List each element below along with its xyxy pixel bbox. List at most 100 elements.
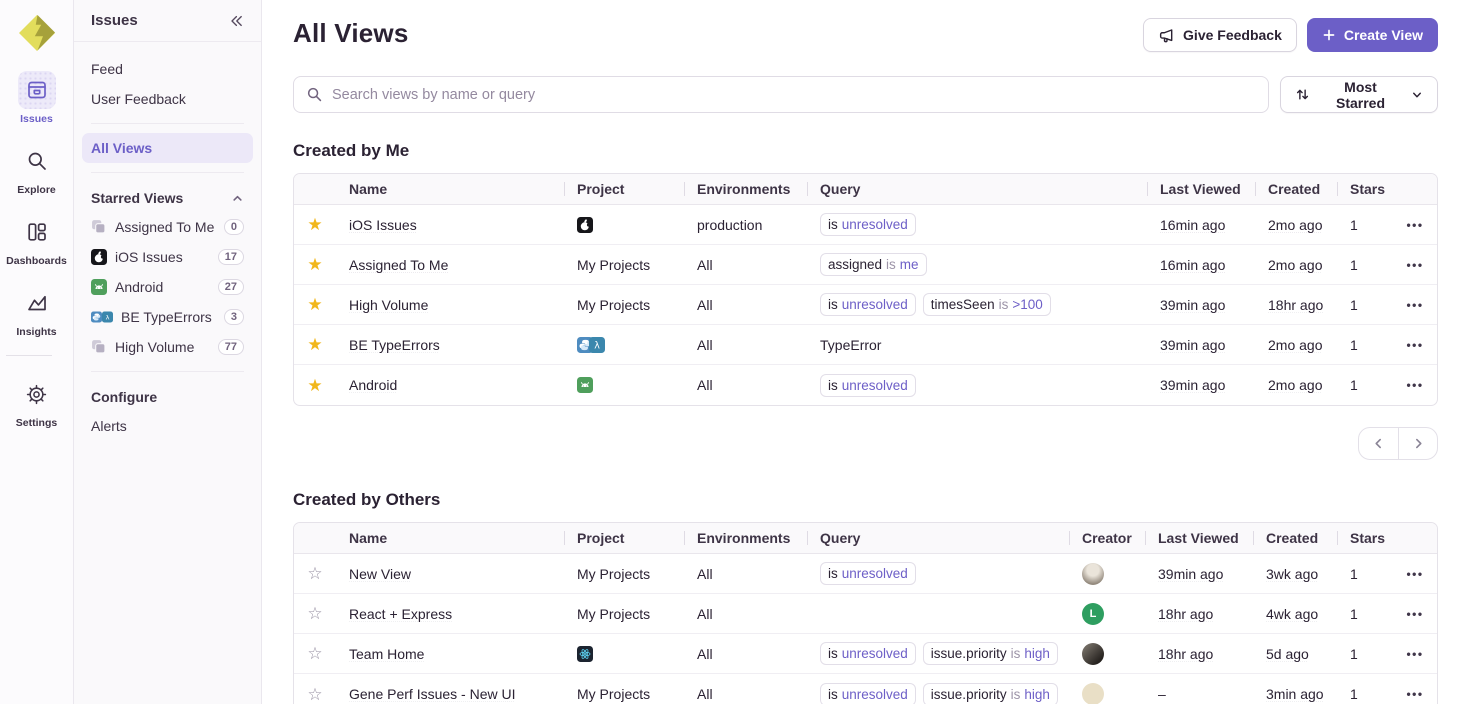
star-toggle[interactable]: ★ (294, 377, 336, 394)
star-toggle[interactable]: ★ (294, 256, 336, 273)
row-overflow-menu[interactable]: ••• (1393, 218, 1437, 232)
row-overflow-menu[interactable]: ••• (1393, 647, 1437, 661)
rail-item-explore[interactable]: Explore (6, 142, 67, 196)
starred-view-ios-issues[interactable]: iOS Issues 17 (82, 242, 253, 272)
view-name-link[interactable]: iOS Issues (349, 217, 417, 233)
table-row: ★ Android All is unresolved 39min ago 2m… (294, 365, 1437, 405)
project-label: My Projects (577, 566, 650, 582)
lambda-project-icon: λ (589, 337, 605, 353)
view-name-link[interactable]: Gene Perf Issues - New UI (349, 686, 516, 702)
project-label: My Projects (577, 686, 650, 702)
column-header-created: Created (1255, 181, 1337, 197)
views-table: NameProjectEnvironmentsQueryLast ViewedC… (293, 173, 1438, 406)
sidebar-item-feed[interactable]: Feed (82, 54, 253, 84)
column-header-environments: Environments (684, 530, 807, 546)
starred-views-header[interactable]: Starred Views (74, 182, 261, 210)
stack-icon (91, 339, 107, 355)
views-table: NameProjectEnvironmentsQueryCreatorLast … (293, 522, 1438, 704)
prev-page-button[interactable] (1359, 428, 1398, 459)
starred-view-be-typeerrors[interactable]: λ BE TypeErrors 3 (82, 302, 253, 332)
react-project-icon (577, 646, 593, 662)
stars-count: 1 (1337, 686, 1393, 702)
view-name-link[interactable]: React + Express (349, 606, 452, 622)
table-row: ☆ New View My Projects All is unresolved… (294, 554, 1437, 594)
project-label: My Projects (577, 257, 650, 273)
issues-sidebar: Issues FeedUser Feedback All Views Starr… (73, 0, 262, 704)
sidebar-collapse-icon[interactable] (228, 13, 244, 29)
divider (91, 123, 244, 124)
environments-cell: All (684, 297, 807, 313)
views-section: Created by Others NameProjectEnvironment… (293, 490, 1438, 704)
svg-text:λ: λ (106, 313, 110, 321)
project-label: My Projects (577, 297, 650, 313)
last-viewed-cell: 18hr ago (1145, 606, 1253, 622)
search-icon (306, 86, 323, 103)
query-chip: is unresolved (820, 562, 916, 585)
create-view-button[interactable]: Create View (1307, 18, 1438, 52)
stars-count: 1 (1337, 337, 1393, 353)
creator-avatar[interactable] (1082, 683, 1104, 704)
star-toggle[interactable]: ☆ (294, 605, 336, 622)
last-viewed-cell: – (1145, 686, 1253, 702)
environments-cell: All (684, 337, 807, 353)
environments-cell: All (684, 686, 807, 702)
creator-avatar[interactable] (1082, 563, 1104, 585)
rail-item-dashboards[interactable]: Dashboards (6, 213, 67, 267)
row-overflow-menu[interactable]: ••• (1393, 338, 1437, 352)
starred-view-assigned-to-me[interactable]: Assigned To Me 0 (82, 212, 253, 242)
table-row: ★ Assigned To Me My Projects All assigne… (294, 245, 1437, 285)
give-feedback-button[interactable]: Give Feedback (1143, 18, 1297, 52)
explore-icon (18, 142, 56, 180)
query-chip: issue.priority is high (923, 642, 1058, 665)
last-viewed-cell: 39min ago (1147, 297, 1255, 313)
sort-dropdown[interactable]: Most Starred (1280, 76, 1438, 113)
rail-item-insights[interactable]: Insights (6, 284, 67, 338)
last-viewed-cell: 16min ago (1147, 217, 1255, 233)
row-overflow-menu[interactable]: ••• (1393, 607, 1437, 621)
view-name-link[interactable]: New View (349, 566, 411, 582)
row-overflow-menu[interactable]: ••• (1393, 687, 1437, 701)
row-overflow-menu[interactable]: ••• (1393, 378, 1437, 392)
search-input[interactable] (332, 87, 1256, 103)
star-toggle[interactable]: ☆ (294, 686, 336, 703)
table-header-row: NameProjectEnvironmentsQueryLast ViewedC… (294, 174, 1437, 205)
last-viewed-cell: 18hr ago (1145, 646, 1253, 662)
star-toggle[interactable]: ★ (294, 296, 336, 313)
star-toggle[interactable]: ★ (294, 216, 336, 233)
creator-avatar[interactable]: L (1082, 603, 1104, 625)
created-cell: 2mo ago (1255, 217, 1337, 233)
next-page-button[interactable] (1398, 428, 1437, 459)
sentry-logo-icon[interactable] (17, 13, 57, 53)
created-cell: 3min ago (1253, 686, 1337, 702)
star-toggle[interactable]: ★ (294, 336, 336, 353)
query-chip: is unresolved (820, 642, 916, 665)
star-filled-icon: ★ (307, 256, 322, 273)
created-cell: 2mo ago (1255, 337, 1337, 353)
query-chip: issue.priority is high (923, 683, 1058, 704)
stars-count: 1 (1337, 646, 1393, 662)
sidebar-item-user-feedback[interactable]: User Feedback (82, 84, 253, 114)
row-overflow-menu[interactable]: ••• (1393, 567, 1437, 581)
starred-view-high-volume[interactable]: High Volume 77 (82, 332, 253, 362)
star-toggle[interactable]: ☆ (294, 565, 336, 582)
star-toggle[interactable]: ☆ (294, 645, 336, 662)
row-overflow-menu[interactable]: ••• (1393, 258, 1437, 272)
creator-avatar[interactable] (1082, 643, 1104, 665)
view-name-link[interactable]: BE TypeErrors (349, 337, 440, 353)
starred-view-android[interactable]: Android 27 (82, 272, 253, 302)
page-title: All Views (293, 18, 409, 49)
sidebar-item-alerts[interactable]: Alerts (82, 411, 253, 441)
view-name-link[interactable]: Assigned To Me (349, 257, 448, 273)
rail-item-issues[interactable]: Issues (6, 71, 67, 125)
view-name-link[interactable]: Android (349, 377, 397, 393)
query-chip: is unresolved (820, 683, 916, 704)
view-name-link[interactable]: High Volume (349, 297, 428, 313)
rail-item-settings[interactable]: Settings (6, 375, 67, 429)
megaphone-icon (1158, 27, 1175, 44)
column-header-project: Project (564, 181, 684, 197)
sidebar-item-all-views[interactable]: All Views (82, 133, 253, 163)
query-chip: is unresolved (820, 374, 916, 397)
row-overflow-menu[interactable]: ••• (1393, 298, 1437, 312)
view-name-link[interactable]: Team Home (349, 646, 424, 662)
created-cell: 3wk ago (1253, 566, 1337, 582)
